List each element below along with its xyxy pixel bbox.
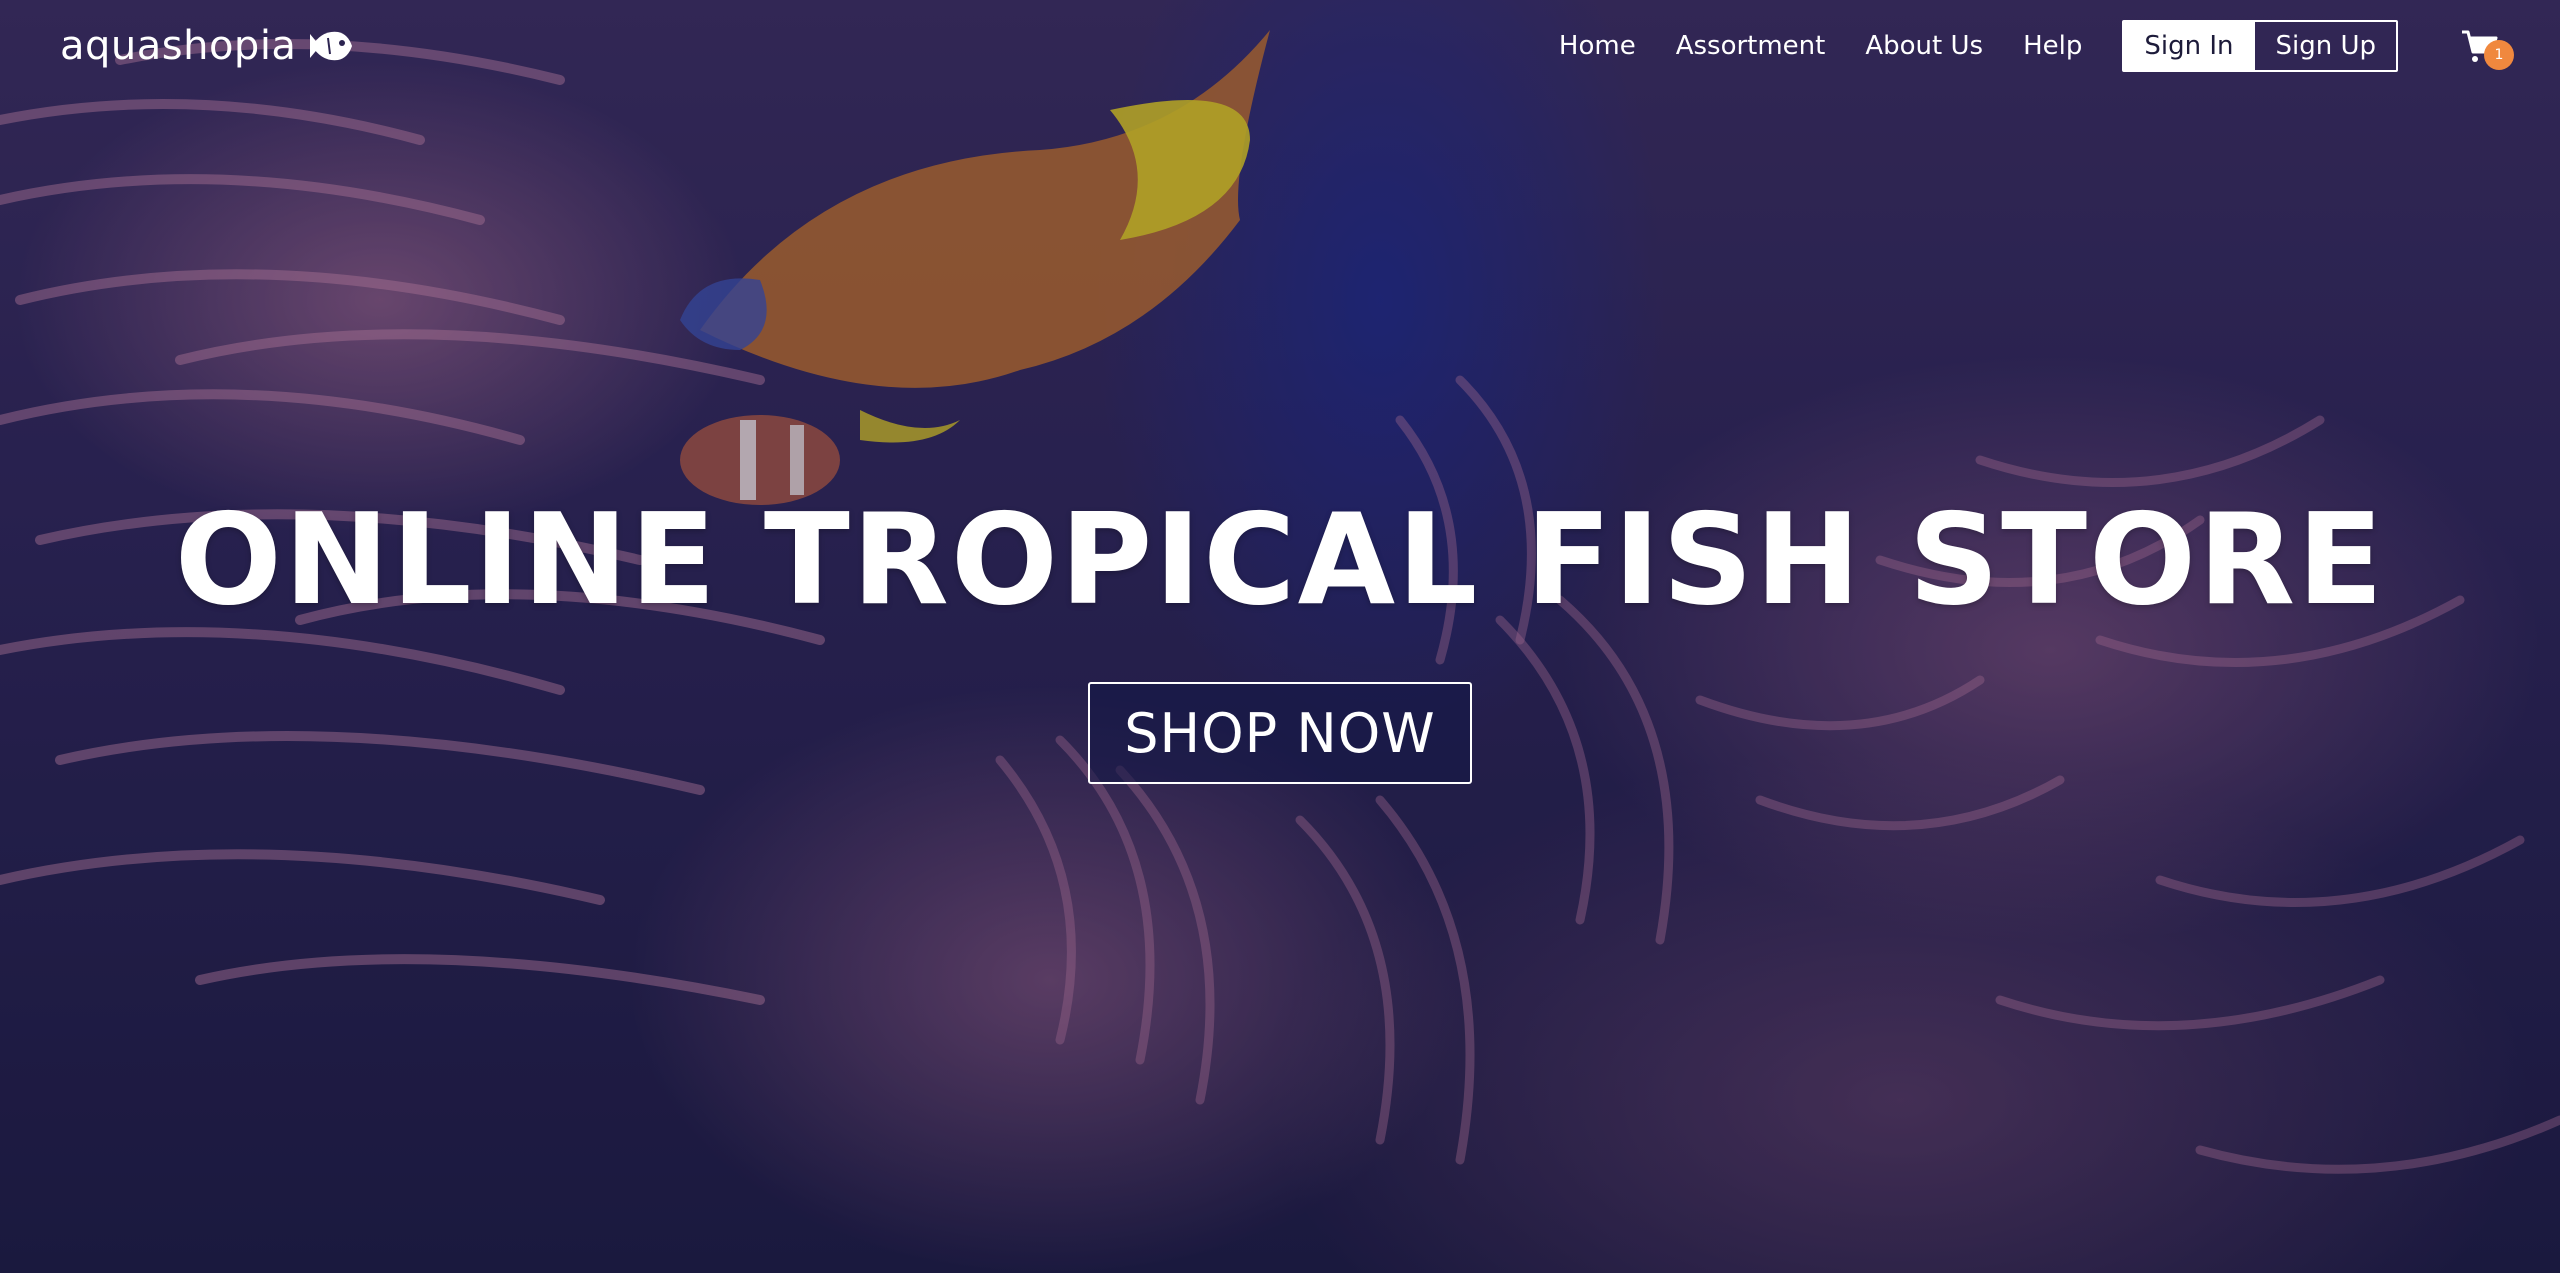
- shop-now-button[interactable]: SHOP NOW: [1088, 682, 1472, 784]
- nav-help-link[interactable]: Help: [2023, 31, 2082, 61]
- cart-button[interactable]: 1: [2460, 26, 2514, 70]
- brand-logo[interactable]: aquashopia: [60, 23, 356, 69]
- sign-up-button[interactable]: Sign Up: [2253, 22, 2396, 70]
- brand-name: aquashopia: [60, 23, 297, 69]
- top-navbar: aquashopia Home Assortment About Us Help…: [0, 0, 2560, 92]
- hero-title: ONLINE TROPICAL FISH STORE: [174, 486, 2386, 633]
- sign-in-button[interactable]: Sign In: [2124, 22, 2254, 70]
- nav-links: Home Assortment About Us Help: [1559, 31, 2082, 61]
- nav-about-us-link[interactable]: About Us: [1865, 31, 1983, 61]
- nav-assortment-link[interactable]: Assortment: [1676, 31, 1826, 61]
- hero-dark-overlay: [0, 0, 2560, 1273]
- fish-icon: [308, 26, 356, 66]
- hero-background-image: [0, 30, 2560, 1174]
- nav-home-link[interactable]: Home: [1559, 31, 1636, 61]
- cart-count-badge: 1: [2484, 40, 2514, 70]
- hero-section: aquashopia Home Assortment About Us Help…: [0, 0, 2560, 1273]
- auth-button-group: Sign In Sign Up: [2122, 20, 2398, 72]
